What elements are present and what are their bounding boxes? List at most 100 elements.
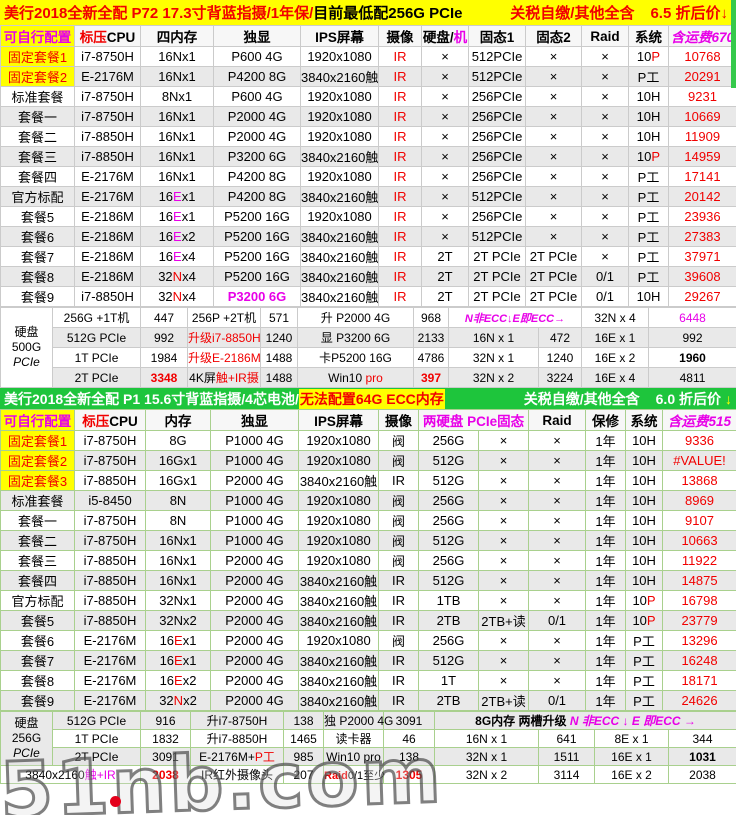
cell[interactable]: 套餐6 [1, 631, 75, 651]
cell[interactable]: 固定套餐2 [1, 451, 75, 471]
cell[interactable]: 硬盘 256G PCIe [1, 712, 53, 766]
cell[interactable]: i7-8750H [75, 511, 146, 531]
cell[interactable]: 1年 [586, 631, 626, 651]
cell[interactable]: × [479, 491, 529, 511]
cell[interactable]: 10H [629, 87, 669, 107]
cell[interactable]: 256PCIe [469, 147, 526, 167]
cell[interactable]: × [479, 651, 529, 671]
cell[interactable]: 阀 [379, 631, 419, 651]
cell[interactable]: 10H [626, 531, 663, 551]
header-cell[interactable]: 含运费515 [663, 410, 736, 431]
cell[interactable]: 11909 [669, 127, 736, 147]
cell[interactable]: P1000 4G [211, 451, 299, 471]
cell[interactable]: 10P [629, 47, 669, 67]
cell[interactable]: 1年 [586, 551, 626, 571]
cell[interactable]: 1920x1080 [301, 87, 379, 107]
cell[interactable]: × [526, 187, 582, 207]
cell[interactable]: 32N x 4 [582, 308, 649, 328]
cell[interactable]: P工 [629, 207, 669, 227]
cell[interactable]: 16E x 2 [582, 348, 649, 368]
cell[interactable]: 16Ex1 [141, 207, 214, 227]
cell[interactable]: × [479, 571, 529, 591]
cell[interactable]: 1465 [284, 730, 324, 748]
cell[interactable]: IR [379, 87, 422, 107]
header-cell[interactable]: 独显 [211, 410, 299, 431]
cell[interactable]: 1920x1080 [301, 107, 379, 127]
cell[interactable]: 256PCIe [469, 207, 526, 227]
cell[interactable]: × [422, 67, 469, 87]
cell[interactable]: 套餐7 [1, 247, 75, 267]
cell[interactable]: P2000 4G [211, 671, 299, 691]
cell[interactable]: N非ECC↓E即ECC→ [449, 308, 582, 328]
cell[interactable]: × [422, 87, 469, 107]
cell[interactable]: IR [379, 207, 422, 227]
cell[interactable]: 9107 [663, 511, 736, 531]
cell[interactable]: P600 4G [214, 87, 301, 107]
cell[interactable]: IR [379, 691, 419, 711]
cell[interactable]: 447 [141, 308, 188, 328]
cell[interactable]: 套餐7 [1, 651, 75, 671]
cell[interactable]: 10H [629, 127, 669, 147]
cell[interactable]: × [479, 591, 529, 611]
cell[interactable]: 固定套餐1 [1, 431, 75, 451]
cell[interactable]: P2000 4G [211, 571, 299, 591]
cell[interactable]: 512PCIe [469, 67, 526, 87]
cell[interactable]: 397 [414, 368, 449, 388]
cell[interactable]: 16E x 4 [582, 368, 649, 388]
cell[interactable]: 2T [422, 247, 469, 267]
cell[interactable]: × [529, 651, 586, 671]
cell[interactable]: i7-8850H [75, 611, 146, 631]
cell[interactable]: 2T PCIe [526, 267, 582, 287]
cell[interactable]: Raid0/1至少 [324, 766, 384, 784]
cell[interactable]: 2038 [669, 766, 736, 784]
cell[interactable]: 8G内存 两槽升级 N 非ECC ↓ E 即ECC → [435, 712, 736, 730]
cell[interactable]: 16Nx1 [141, 67, 214, 87]
cell[interactable]: × [479, 631, 529, 651]
header-cell[interactable]: 标压CPU [75, 26, 141, 47]
cell[interactable]: × [529, 511, 586, 531]
cell[interactable]: 0/1 [582, 267, 629, 287]
cell[interactable]: 2TB+读 [479, 611, 529, 631]
cell[interactable]: i7-8850H [75, 147, 141, 167]
cell[interactable]: P5200 16G [214, 227, 301, 247]
cell[interactable]: 3840x2160触 [301, 227, 379, 247]
cell[interactable]: × [479, 471, 529, 491]
cell[interactable]: 1832 [141, 730, 191, 748]
cell[interactable]: IR [379, 287, 422, 307]
cell[interactable]: 256PCIe [469, 87, 526, 107]
cell[interactable]: 9336 [663, 431, 736, 451]
cell[interactable]: E-2176M [75, 167, 141, 187]
cell[interactable]: E-2176M [75, 691, 146, 711]
cell[interactable]: 3840x2160触 [299, 651, 379, 671]
cell[interactable]: 1T PCIe [53, 730, 141, 748]
cell[interactable]: × [582, 47, 629, 67]
cell[interactable]: 1920x1080 [299, 431, 379, 451]
cell[interactable]: 2TB [419, 691, 479, 711]
cell[interactable]: 16Ex2 [146, 671, 211, 691]
header-cell[interactable]: 硬盘/机 [422, 26, 469, 47]
cell[interactable]: 套餐5 [1, 611, 75, 631]
cell[interactable]: 1488 [261, 368, 298, 388]
cell[interactable]: 16Nx1 [146, 531, 211, 551]
cell[interactable]: P2000 4G [211, 691, 299, 711]
cell[interactable]: P工 [626, 631, 663, 651]
cell[interactable]: 阀 [379, 491, 419, 511]
cell[interactable]: 256G [419, 431, 479, 451]
cell[interactable]: 阀 [379, 451, 419, 471]
cell[interactable]: 16Nx1 [141, 47, 214, 67]
cell[interactable]: 256P +2T机 [188, 308, 261, 328]
cell[interactable]: i7-8750H [75, 107, 141, 127]
cell[interactable]: 3840x2160触 [299, 691, 379, 711]
cell[interactable]: 套餐三 [1, 551, 75, 571]
cell[interactable]: 256PCIe [469, 167, 526, 187]
cell[interactable]: 512PCIe [469, 187, 526, 207]
cell[interactable]: 套餐9 [1, 691, 75, 711]
cell[interactable]: P2000 4G [211, 471, 299, 491]
cell[interactable]: 阀 [379, 551, 419, 571]
cell[interactable]: × [582, 147, 629, 167]
cell[interactable]: 8N [146, 491, 211, 511]
cell[interactable]: 32Nx4 [141, 287, 214, 307]
cell[interactable]: IR红外摄像头 [191, 766, 284, 784]
cell[interactable]: E-2176M [75, 631, 146, 651]
cell[interactable]: × [526, 127, 582, 147]
